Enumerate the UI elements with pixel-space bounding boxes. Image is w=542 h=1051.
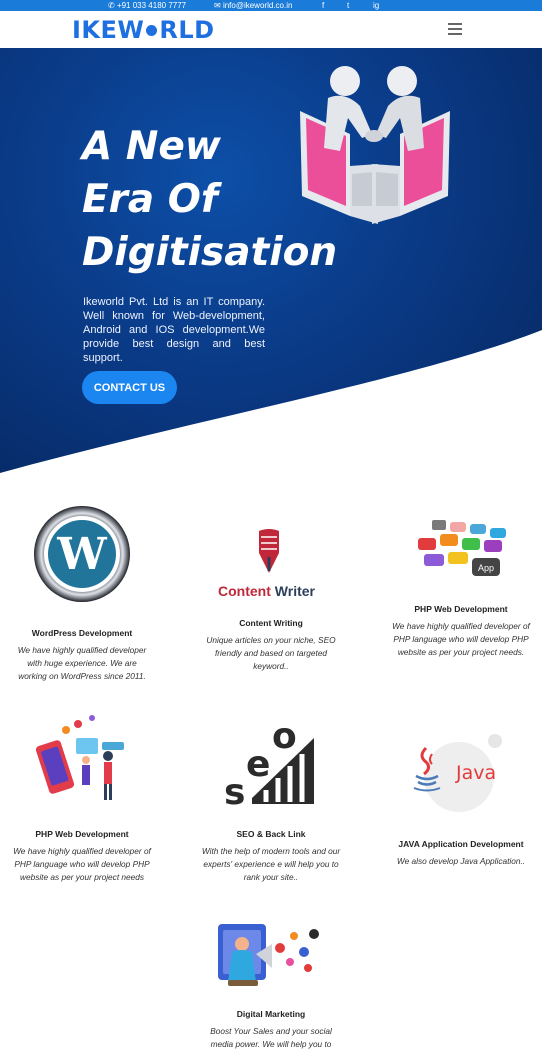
hero-description: Ikeworld Pvt. Ltd is an IT company. Well… xyxy=(83,296,265,364)
instagram-icon[interactable]: ig xyxy=(373,0,379,11)
mobile-development-icon xyxy=(36,715,124,800)
app-tiles-icon: App xyxy=(418,520,506,576)
service-card-wordpress: WordPress Development We have highly qua… xyxy=(12,628,152,684)
site-logo[interactable]: IKEW RLD xyxy=(72,17,215,43)
service-card-seo: SEO & Back Link With the help of modern … xyxy=(200,829,342,885)
logo-text-left: IKEW xyxy=(72,16,145,44)
twitter-icon[interactable]: t xyxy=(347,0,349,11)
logo-dot-icon xyxy=(146,25,158,36)
service-card-php-1: PHP Web Development We have highly quali… xyxy=(390,604,532,660)
contact-us-button[interactable]: CONTACT US xyxy=(82,371,177,404)
pen-icon xyxy=(259,529,279,573)
wordpress-logo-icon: W xyxy=(34,506,130,602)
svg-text:W: W xyxy=(56,529,107,580)
digital-marketing-icon xyxy=(218,924,319,986)
seo-letter-e: e xyxy=(246,744,270,785)
phone-contact[interactable]: ✆ +91 033 4180 7777 xyxy=(108,0,186,11)
seo-letter-o: o xyxy=(272,716,297,757)
service-title: WordPress Development xyxy=(31,628,133,638)
service-title: JAVA Application Development xyxy=(398,839,524,849)
email-address: info@ikeworld.co.in xyxy=(222,1,293,10)
service-title: PHP Web Development xyxy=(414,604,508,614)
top-contact-bar: ✆ +91 033 4180 7777 ✉ info@ikeworld.co.i… xyxy=(0,0,542,11)
service-description: We have highly qualified developer with … xyxy=(17,645,147,682)
service-title: Digital Marketing xyxy=(236,1009,306,1019)
service-title: Content Writing xyxy=(239,618,303,628)
service-description: Boost Your Sales and your social media p… xyxy=(210,1026,332,1050)
logo-word-writer: Writer xyxy=(274,583,315,599)
java-logo-text: Java xyxy=(456,762,497,784)
service-description: We have highly qualified developer of PH… xyxy=(13,846,151,883)
service-title: PHP Web Development xyxy=(35,829,129,839)
seo-logo-icon: s e o xyxy=(224,716,314,808)
content-writer-logo: Content Writer xyxy=(210,527,332,603)
service-description: Unique articles on your niche, SEO frien… xyxy=(206,635,336,672)
decor-dot xyxy=(488,734,502,748)
logo-text-right: RLD xyxy=(159,16,215,44)
service-description: With the help of modern tools and our ex… xyxy=(201,846,341,883)
hamburger-menu-icon[interactable] xyxy=(448,23,462,35)
site-header: IKEW RLD xyxy=(0,11,542,48)
handshake-laptops-illustration xyxy=(300,66,450,224)
service-description: We also develop Java Application.. xyxy=(396,856,526,866)
seo-letter-s: s xyxy=(224,772,245,808)
phone-icon: ✆ xyxy=(108,1,115,10)
app-badge-text: App xyxy=(478,563,494,573)
service-card-php-2: PHP Web Development We have highly quali… xyxy=(12,829,152,885)
facebook-icon[interactable]: f xyxy=(322,0,324,11)
service-title: SEO & Back Link xyxy=(236,829,306,839)
logo-word-content: Content xyxy=(218,583,271,599)
phone-number: +91 033 4180 7777 xyxy=(116,1,187,10)
service-card-content-writing: Content Writing Unique articles on your … xyxy=(200,618,342,674)
service-description: We have highly qualified developer of PH… xyxy=(392,621,530,658)
java-cup-icon xyxy=(413,746,441,792)
service-card-java: JAVA Application Development We also dev… xyxy=(390,839,532,868)
hero-section: A New Era Of Digitisation Ikeworld Pvt. … xyxy=(0,48,542,478)
service-card-digital-marketing: Digital Marketing Boost Your Sales and y… xyxy=(200,1009,342,1051)
email-contact[interactable]: ✉ info@ikeworld.co.in xyxy=(214,0,292,11)
mail-icon: ✉ xyxy=(214,1,221,10)
